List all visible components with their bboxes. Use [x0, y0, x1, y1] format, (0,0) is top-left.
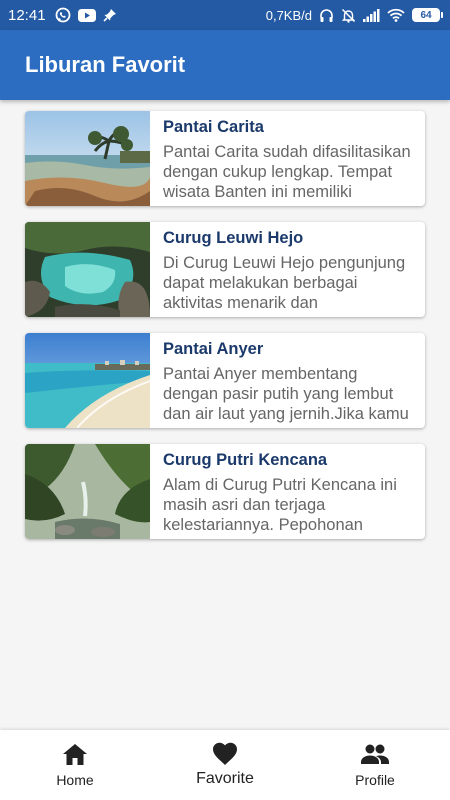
card-body: Pantai Anyer Pantai Anyer membentang den…: [150, 333, 425, 428]
nav-label: Home: [56, 772, 94, 788]
card-body: Pantai Carita Pantai Carita sudah difasi…: [150, 111, 425, 206]
forest-waterfall-photo: [25, 444, 150, 539]
favorite-list: Pantai Carita Pantai Carita sudah difasi…: [25, 111, 425, 555]
heart-icon: [213, 742, 237, 765]
card-description: Alam di Curug Putri Kencana ini masih as…: [163, 476, 397, 534]
card-description: Di Curug Leuwi Hejo pengunjung dapat mel…: [163, 254, 406, 312]
list-item-pantai-anyer[interactable]: Pantai Anyer Pantai Anyer membentang den…: [25, 333, 425, 428]
list-item-curug-leuwi-hejo[interactable]: Curug Leuwi Hejo Di Curug Leuwi Hejo pen…: [25, 222, 425, 317]
card-body: Curug Putri Kencana Alam di Curug Putri …: [150, 444, 425, 539]
beach-rocks-tree-photo: [25, 111, 150, 206]
card-title: Pantai Carita: [163, 118, 264, 136]
nav-label: Favorite: [196, 770, 254, 787]
status-bar: 12:41 0,7KB/d 64: [0, 0, 450, 30]
whatsapp-icon: [55, 7, 71, 23]
green-pool-waterfall-photo: [25, 222, 150, 317]
wifi-icon: [387, 8, 405, 22]
notification-pin-icon: [102, 8, 117, 22]
headset-icon: [319, 8, 334, 23]
people-icon: [361, 744, 389, 764]
page-title: Liburan Favorit: [25, 52, 186, 77]
card-title: Curug Putri Kencana: [163, 451, 328, 469]
nav-home[interactable]: Home: [0, 730, 150, 800]
nav-favorite[interactable]: Favorite: [150, 730, 300, 800]
card-description: Pantai Carita sudah difasilitasikan deng…: [163, 143, 411, 201]
card-description: Pantai Anyer membentang dengan pasir put…: [163, 365, 409, 423]
bottom-navigation: Home Favorite Profile: [0, 730, 450, 800]
network-speed: 0,7KB/d: [265, 7, 312, 23]
card-title: Curug Leuwi Hejo: [163, 229, 304, 247]
nav-profile[interactable]: Profile: [300, 730, 450, 800]
card-body: Curug Leuwi Hejo Di Curug Leuwi Hejo pen…: [150, 222, 425, 317]
card-title: Pantai Anyer: [163, 340, 264, 358]
youtube-icon: [77, 8, 96, 22]
status-bar-left: 12:41: [8, 7, 117, 24]
battery-icon: 64: [412, 8, 443, 22]
mute-bell-icon: [341, 8, 356, 23]
white-sand-beach-photo: [25, 333, 150, 428]
nav-label: Profile: [355, 772, 395, 788]
home-icon: [63, 744, 87, 765]
status-time: 12:41: [8, 6, 46, 24]
list-item-curug-putri-kencana[interactable]: Curug Putri Kencana Alam di Curug Putri …: [25, 444, 425, 539]
list-item-pantai-carita[interactable]: Pantai Carita Pantai Carita sudah difasi…: [25, 111, 425, 206]
app-bar: Liburan Favorit: [0, 30, 450, 100]
status-bar-right: 0,7KB/d 64: [265, 7, 443, 23]
signal-icon: [363, 8, 380, 22]
